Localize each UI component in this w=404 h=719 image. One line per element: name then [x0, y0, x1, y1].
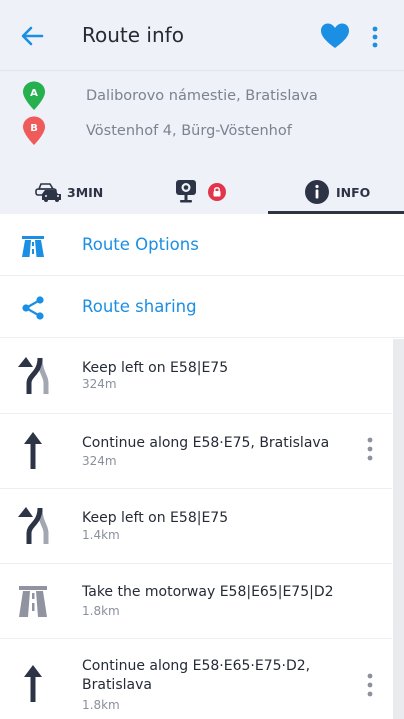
step-more-icon[interactable] — [362, 436, 378, 464]
straight-arrow-icon — [24, 665, 42, 702]
destination-address: Vöstenhof 4, Bürg-Vöstenhof — [86, 123, 292, 139]
straight-arrow-icon — [24, 432, 42, 469]
favorite-heart-icon[interactable] — [320, 22, 350, 50]
motorway-icon — [22, 236, 44, 257]
tab-speedcams[interactable] — [134, 170, 268, 214]
direction-step-4[interactable]: Take the motorway E58|E65|E75|D2 1.8km — [0, 564, 392, 639]
step-instruction: Continue along E58·E75, Bratislava — [82, 435, 330, 451]
lock-badge-icon — [208, 183, 226, 201]
app-header: Route info — [0, 0, 404, 70]
motorway-icon — [19, 586, 47, 617]
waypoint-destination[interactable]: B Vöstenhof 4, Bürg-Vöstenhof — [0, 116, 404, 148]
step-instruction: Keep left on E58|E75 — [82, 510, 229, 526]
tab-traffic-label: 3MIN — [67, 185, 104, 200]
step-instruction: Keep left on E58|E75 — [82, 360, 229, 376]
route-options-row[interactable]: Route Options — [0, 214, 404, 276]
directions-list: Keep left on E58|E75 324m Continue along… — [0, 339, 404, 719]
direction-step-1[interactable]: Keep left on E58|E75 324m — [0, 339, 392, 414]
start-marker-label: A — [30, 88, 38, 99]
destination-pin-b-icon: B — [23, 116, 45, 145]
start-address: Daliborovo námestie, Bratislava — [86, 88, 318, 104]
info-icon — [305, 180, 329, 204]
step-instruction: Continue along E58·E65·E75·D2, Bratislav… — [82, 658, 311, 693]
route-sharing-row[interactable]: Route sharing — [0, 276, 404, 338]
start-pin-a-icon: A — [23, 81, 45, 110]
keep-left-icon — [18, 357, 49, 394]
keep-left-icon — [18, 507, 49, 544]
step-instruction: Take the motorway E58|E65|E75|D2 — [82, 584, 334, 600]
step-distance: 1.8km — [82, 604, 120, 618]
route-sharing-label: Route sharing — [82, 297, 197, 316]
destination-marker-label: B — [30, 123, 38, 134]
step-distance: 1.8km — [82, 698, 120, 712]
share-icon — [22, 296, 44, 320]
direction-step-3[interactable]: Keep left on E58|E75 1.4km — [0, 489, 392, 564]
direction-step-2[interactable]: Continue along E58·E75, Bratislava 324m — [0, 414, 392, 489]
speed-camera-icon — [176, 180, 196, 203]
page-title: Route info — [82, 23, 184, 47]
step-distance: 324m — [82, 454, 117, 468]
tab-info-label: INFO — [336, 185, 371, 200]
waypoint-start[interactable]: A Daliborovo námestie, Bratislava — [0, 81, 404, 113]
step-distance: 1.4km — [82, 528, 120, 542]
tab-traffic[interactable]: 3MIN — [0, 170, 134, 214]
traffic-cars-icon — [35, 183, 61, 202]
direction-step-5[interactable]: Continue along E58·E65·E75·D2, Bratislav… — [0, 639, 392, 719]
route-tabs: 3MIN INFO — [0, 170, 404, 214]
step-distance: 324m — [82, 377, 117, 391]
more-options-icon[interactable] — [366, 24, 384, 50]
step-more-icon[interactable] — [362, 672, 378, 700]
back-arrow-icon[interactable] — [18, 22, 46, 50]
waypoints-panel: A Daliborovo námestie, Bratislava B Vöst… — [0, 70, 404, 170]
tab-info[interactable]: INFO — [268, 170, 404, 214]
route-options-label: Route Options — [82, 235, 199, 254]
